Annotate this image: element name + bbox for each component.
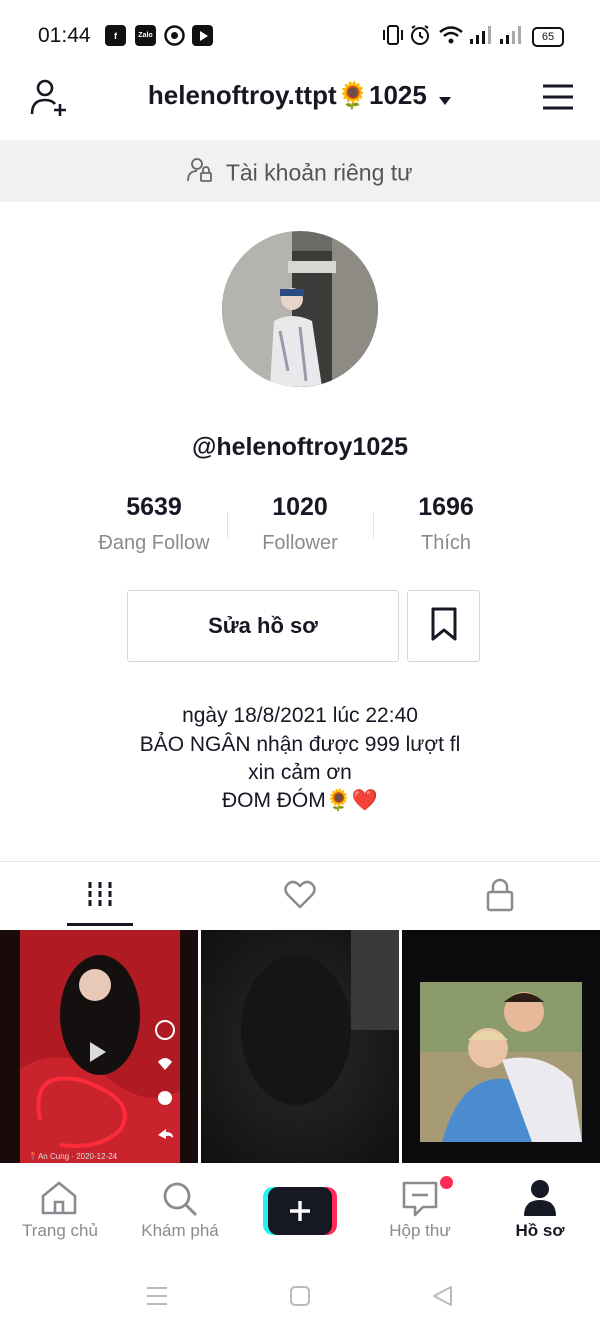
following-label[interactable]: Đang Follow xyxy=(74,532,234,555)
status-bar: 01:44 f Zalo 65 xyxy=(0,0,600,70)
follower-count[interactable]: 1020 xyxy=(220,493,380,522)
alarm-icon xyxy=(409,24,431,51)
follower-label[interactable]: Follower xyxy=(220,532,380,555)
edit-profile-button[interactable]: Sửa hồ sơ xyxy=(127,590,399,662)
video-thumbnail[interactable] xyxy=(402,930,600,1163)
signal-icon xyxy=(498,25,522,50)
bio-line: BẢO NGÂN nhận được 999 lượt fl xyxy=(139,733,461,756)
search-icon[interactable] xyxy=(161,1180,199,1223)
avatar[interactable] xyxy=(222,231,378,387)
create-button[interactable] xyxy=(263,1187,337,1235)
header-username: helenoftroy.ttpt🌻1025 xyxy=(147,80,427,110)
caret-down-icon xyxy=(438,82,452,113)
vibrate-icon xyxy=(382,24,404,51)
facebook-icon: f xyxy=(105,25,126,46)
home-system-icon[interactable] xyxy=(289,1285,311,1312)
bio-line: xin cảm ơn xyxy=(248,761,352,784)
private-user-lock-icon xyxy=(187,157,213,189)
following-count[interactable]: 5639 xyxy=(74,493,234,522)
liked-tab-heart-icon[interactable] xyxy=(284,880,316,915)
plus-icon xyxy=(268,1187,332,1235)
bio-line: ĐOM ĐÓM🌻❤️ xyxy=(221,789,379,812)
status-time: 01:44 xyxy=(38,24,91,47)
private-account-label: Tài khoản riêng tư xyxy=(225,159,413,186)
likes-label[interactable]: Thích xyxy=(366,532,526,555)
private-tab-lock-icon[interactable] xyxy=(486,878,514,917)
bookmark-button[interactable] xyxy=(407,590,480,662)
signal-icon xyxy=(468,25,492,50)
bookmark-icon xyxy=(430,607,458,646)
active-tab-indicator xyxy=(67,923,133,926)
nav-inbox-label[interactable]: Hộp thư xyxy=(360,1221,480,1241)
bio-line: ngày 18/8/2021 lúc 22:40 xyxy=(182,704,418,727)
nav-profile-label[interactable]: Hồ sơ xyxy=(480,1221,600,1241)
home-icon[interactable] xyxy=(40,1180,78,1221)
video-thumbnail[interactable] xyxy=(201,930,399,1163)
videos-grid-tab-icon[interactable] xyxy=(86,880,114,913)
inbox-icon[interactable] xyxy=(401,1180,439,1223)
recent-apps-icon[interactable] xyxy=(146,1286,168,1311)
battery-icon: 65 xyxy=(532,27,564,47)
wifi-icon xyxy=(438,24,464,51)
zalo-icon: Zalo xyxy=(135,25,156,46)
video-thumbnail[interactable]: 📍An Cung · 2020-12-24 xyxy=(0,930,198,1163)
video-caption: 📍An Cung · 2020-12-24 xyxy=(28,1152,118,1161)
profile-handle: @helenoftroy1025 xyxy=(191,433,409,461)
youtube-icon xyxy=(192,25,213,46)
inbox-notification-dot xyxy=(440,1176,453,1189)
account-switcher[interactable]: helenoftroy.ttpt🌻1025 xyxy=(0,80,600,113)
private-account-notice: Tài khoản riêng tư xyxy=(0,157,600,189)
nav-discover-label[interactable]: Khám phá xyxy=(120,1221,240,1241)
nav-home-label[interactable]: Trang chủ xyxy=(0,1221,120,1241)
likes-count[interactable]: 1696 xyxy=(366,493,526,522)
profile-icon[interactable] xyxy=(522,1178,558,1223)
chrome-icon xyxy=(164,25,185,51)
menu-icon[interactable] xyxy=(541,83,575,116)
back-icon[interactable] xyxy=(431,1285,453,1312)
